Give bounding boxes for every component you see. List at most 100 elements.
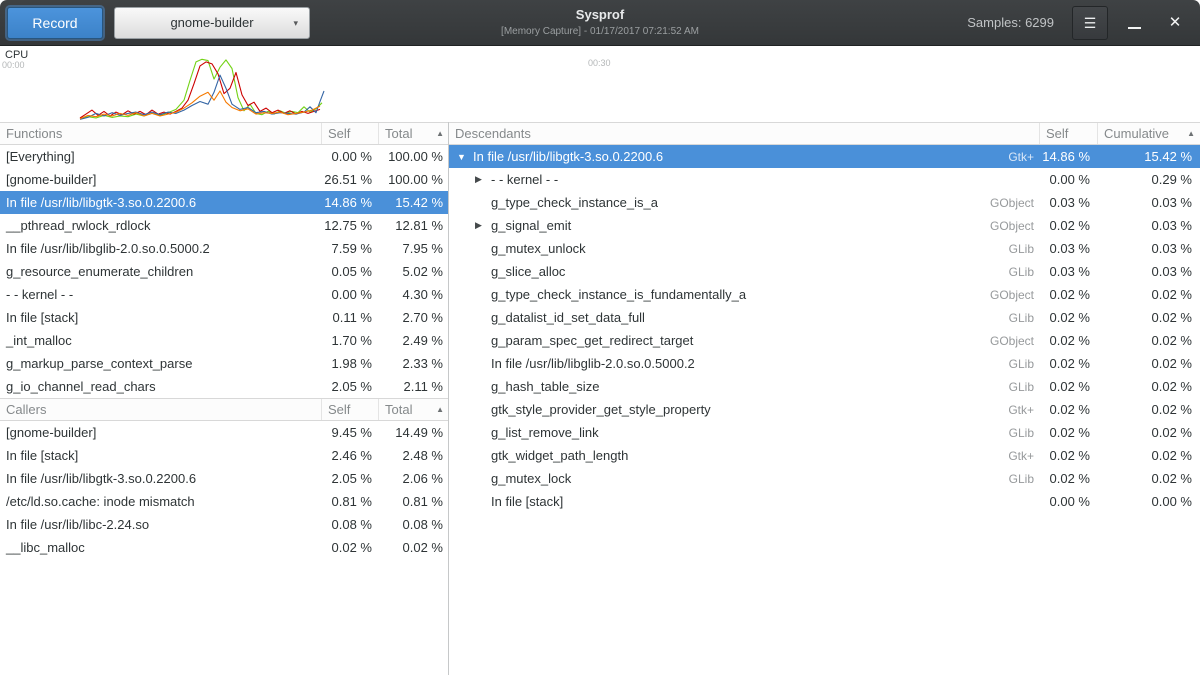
total-percent: 2.70 % bbox=[379, 310, 448, 325]
column-header-self[interactable]: Self bbox=[322, 123, 379, 144]
table-row[interactable]: In file [stack] 0.00 % 0.00 % bbox=[449, 490, 1200, 513]
table-row[interactable]: In file /usr/lib/libgtk-3.so.0.2200.6 14… bbox=[0, 191, 448, 214]
column-header-self[interactable]: Self bbox=[1040, 123, 1098, 144]
self-percent: 0.81 % bbox=[322, 494, 379, 509]
table-row[interactable]: g_type_check_instance_is_fundamentally_a… bbox=[449, 283, 1200, 306]
descendant-name-cell: ▶ g_signal_emit GObject bbox=[449, 218, 1040, 233]
close-icon: ✕ bbox=[1169, 14, 1182, 31]
self-percent: 0.02 % bbox=[1040, 310, 1098, 325]
table-row[interactable]: g_list_remove_link GLib 0.02 % 0.02 % bbox=[449, 421, 1200, 444]
function-name: g_slice_alloc bbox=[491, 264, 565, 279]
table-row[interactable]: __pthread_rwlock_rdlock 12.75 % 12.81 % bbox=[0, 214, 448, 237]
self-percent: 26.51 % bbox=[322, 172, 379, 187]
descendant-name-cell: g_type_check_instance_is_fundamentally_a… bbox=[449, 287, 1040, 302]
total-percent: 100.00 % bbox=[379, 149, 448, 164]
library-badge: Gtk+ bbox=[1008, 449, 1040, 463]
column-header-total[interactable]: Total ▲ bbox=[379, 399, 448, 420]
table-row[interactable]: g_mutex_unlock GLib 0.03 % 0.03 % bbox=[449, 237, 1200, 260]
column-header-callers[interactable]: Callers bbox=[0, 399, 322, 420]
table-row[interactable]: In file /usr/lib/libglib-2.0.so.0.5000.2… bbox=[0, 237, 448, 260]
table-row[interactable]: g_resource_enumerate_children 0.05 % 5.0… bbox=[0, 260, 448, 283]
caller-name: In file /usr/lib/libc-2.24.so bbox=[0, 517, 322, 532]
table-row[interactable]: g_type_check_instance_is_a GObject 0.03 … bbox=[449, 191, 1200, 214]
self-percent: 0.02 % bbox=[1040, 333, 1098, 348]
function-name: g_signal_emit bbox=[491, 218, 571, 233]
table-row[interactable]: In file /usr/lib/libgtk-3.so.0.2200.6 2.… bbox=[0, 467, 448, 490]
self-percent: 0.03 % bbox=[1040, 195, 1098, 210]
total-percent: 5.02 % bbox=[379, 264, 448, 279]
table-row[interactable]: g_hash_table_size GLib 0.02 % 0.02 % bbox=[449, 375, 1200, 398]
self-percent: 0.02 % bbox=[1040, 471, 1098, 486]
minimize-icon bbox=[1128, 27, 1141, 29]
record-button[interactable]: Record bbox=[7, 7, 103, 39]
column-header-total-label: Total bbox=[385, 126, 412, 141]
table-row[interactable]: In file [stack] 0.11 % 2.70 % bbox=[0, 306, 448, 329]
table-row[interactable]: __libc_malloc 0.02 % 0.02 % bbox=[0, 536, 448, 559]
total-percent: 7.95 % bbox=[379, 241, 448, 256]
table-row[interactable]: [Everything] 0.00 % 100.00 % bbox=[0, 145, 448, 168]
column-header-descendants[interactable]: Descendants bbox=[449, 123, 1040, 144]
library-badge: GLib bbox=[1009, 426, 1040, 440]
samples-count: Samples: 6299 bbox=[967, 15, 1054, 30]
descendants-table: Descendants Self Cumulative ▲ ▼ In file … bbox=[449, 122, 1200, 675]
table-row[interactable]: In file /usr/lib/libc-2.24.so 0.08 % 0.0… bbox=[0, 513, 448, 536]
target-process-dropdown[interactable]: gnome-builder ▾ bbox=[114, 7, 310, 39]
function-name: g_hash_table_size bbox=[491, 379, 599, 394]
library-badge: GLib bbox=[1009, 265, 1040, 279]
expander-icon[interactable]: ▶ bbox=[475, 220, 491, 231]
cpu-graph[interactable]: CPU 00:00 00:30 bbox=[0, 46, 1200, 122]
function-name: g_list_remove_link bbox=[491, 425, 599, 440]
app-title: Sysprof bbox=[320, 7, 880, 22]
descendant-name-cell: gtk_widget_path_length Gtk+ bbox=[449, 448, 1040, 463]
table-row[interactable]: gtk_widget_path_length Gtk+ 0.02 % 0.02 … bbox=[449, 444, 1200, 467]
table-row[interactable]: In file [stack] 2.46 % 2.48 % bbox=[0, 444, 448, 467]
total-percent: 0.08 % bbox=[379, 517, 448, 532]
expander-icon[interactable]: ▶ bbox=[475, 174, 491, 185]
function-name: In file [stack] bbox=[0, 310, 322, 325]
table-row[interactable]: _int_malloc 1.70 % 2.49 % bbox=[0, 329, 448, 352]
expander-icon[interactable]: ▼ bbox=[457, 152, 473, 162]
table-row[interactable]: ▼ In file /usr/lib/libgtk-3.so.0.2200.6 … bbox=[449, 145, 1200, 168]
self-percent: 0.05 % bbox=[322, 264, 379, 279]
function-name: g_mutex_lock bbox=[491, 471, 571, 486]
self-percent: 14.86 % bbox=[322, 195, 379, 210]
table-row[interactable]: gtk_style_provider_get_style_property Gt… bbox=[449, 398, 1200, 421]
table-row[interactable]: [gnome-builder] 26.51 % 100.00 % bbox=[0, 168, 448, 191]
descendant-name-cell: In file /usr/lib/libglib-2.0.so.0.5000.2… bbox=[449, 356, 1040, 371]
column-header-cumulative-label: Cumulative bbox=[1104, 126, 1169, 141]
column-header-functions[interactable]: Functions bbox=[0, 123, 322, 144]
self-percent: 0.02 % bbox=[322, 540, 379, 555]
descendant-name-cell: g_mutex_lock GLib bbox=[449, 471, 1040, 486]
self-percent: 0.02 % bbox=[1040, 448, 1098, 463]
table-row[interactable]: In file /usr/lib/libglib-2.0.so.0.5000.2… bbox=[449, 352, 1200, 375]
column-header-total[interactable]: Total ▲ bbox=[379, 123, 448, 144]
menu-button[interactable]: ☰ bbox=[1072, 6, 1108, 40]
table-row[interactable]: ▶ - - kernel - - 0.00 % 0.29 % bbox=[449, 168, 1200, 191]
self-percent: 2.05 % bbox=[322, 471, 379, 486]
library-badge: GObject bbox=[990, 334, 1040, 348]
table-row[interactable]: [gnome-builder] 9.45 % 14.49 % bbox=[0, 421, 448, 444]
close-button[interactable]: ✕ bbox=[1156, 6, 1194, 40]
left-pane: Functions Self Total ▲ [Everything] 0.00… bbox=[0, 122, 449, 675]
column-header-cumulative[interactable]: Cumulative ▲ bbox=[1098, 123, 1200, 144]
table-row[interactable]: g_datalist_id_set_data_full GLib 0.02 % … bbox=[449, 306, 1200, 329]
cumulative-percent: 0.02 % bbox=[1098, 379, 1200, 394]
minimize-button[interactable] bbox=[1117, 6, 1153, 40]
column-header-self[interactable]: Self bbox=[322, 399, 379, 420]
function-name: In file [stack] bbox=[491, 494, 563, 509]
table-row[interactable]: /etc/ld.so.cache: inode mismatch 0.81 % … bbox=[0, 490, 448, 513]
time-tick-mid: 00:30 bbox=[588, 58, 611, 68]
function-name: _int_malloc bbox=[0, 333, 322, 348]
time-tick-start: 00:00 bbox=[2, 60, 25, 70]
table-row[interactable]: g_param_spec_get_redirect_target GObject… bbox=[449, 329, 1200, 352]
cumulative-percent: 0.02 % bbox=[1098, 448, 1200, 463]
table-row[interactable]: g_slice_alloc GLib 0.03 % 0.03 % bbox=[449, 260, 1200, 283]
table-row[interactable]: g_markup_parse_context_parse 1.98 % 2.33… bbox=[0, 352, 448, 375]
table-row[interactable]: ▶ g_signal_emit GObject 0.02 % 0.03 % bbox=[449, 214, 1200, 237]
table-row[interactable]: g_mutex_lock GLib 0.02 % 0.02 % bbox=[449, 467, 1200, 490]
column-header-total-label: Total bbox=[385, 402, 412, 417]
table-row[interactable]: g_io_channel_read_chars 2.05 % 2.11 % bbox=[0, 375, 448, 398]
table-row[interactable]: - - kernel - - 0.00 % 4.30 % bbox=[0, 283, 448, 306]
function-name: gtk_style_provider_get_style_property bbox=[491, 402, 711, 417]
function-name: g_resource_enumerate_children bbox=[0, 264, 322, 279]
